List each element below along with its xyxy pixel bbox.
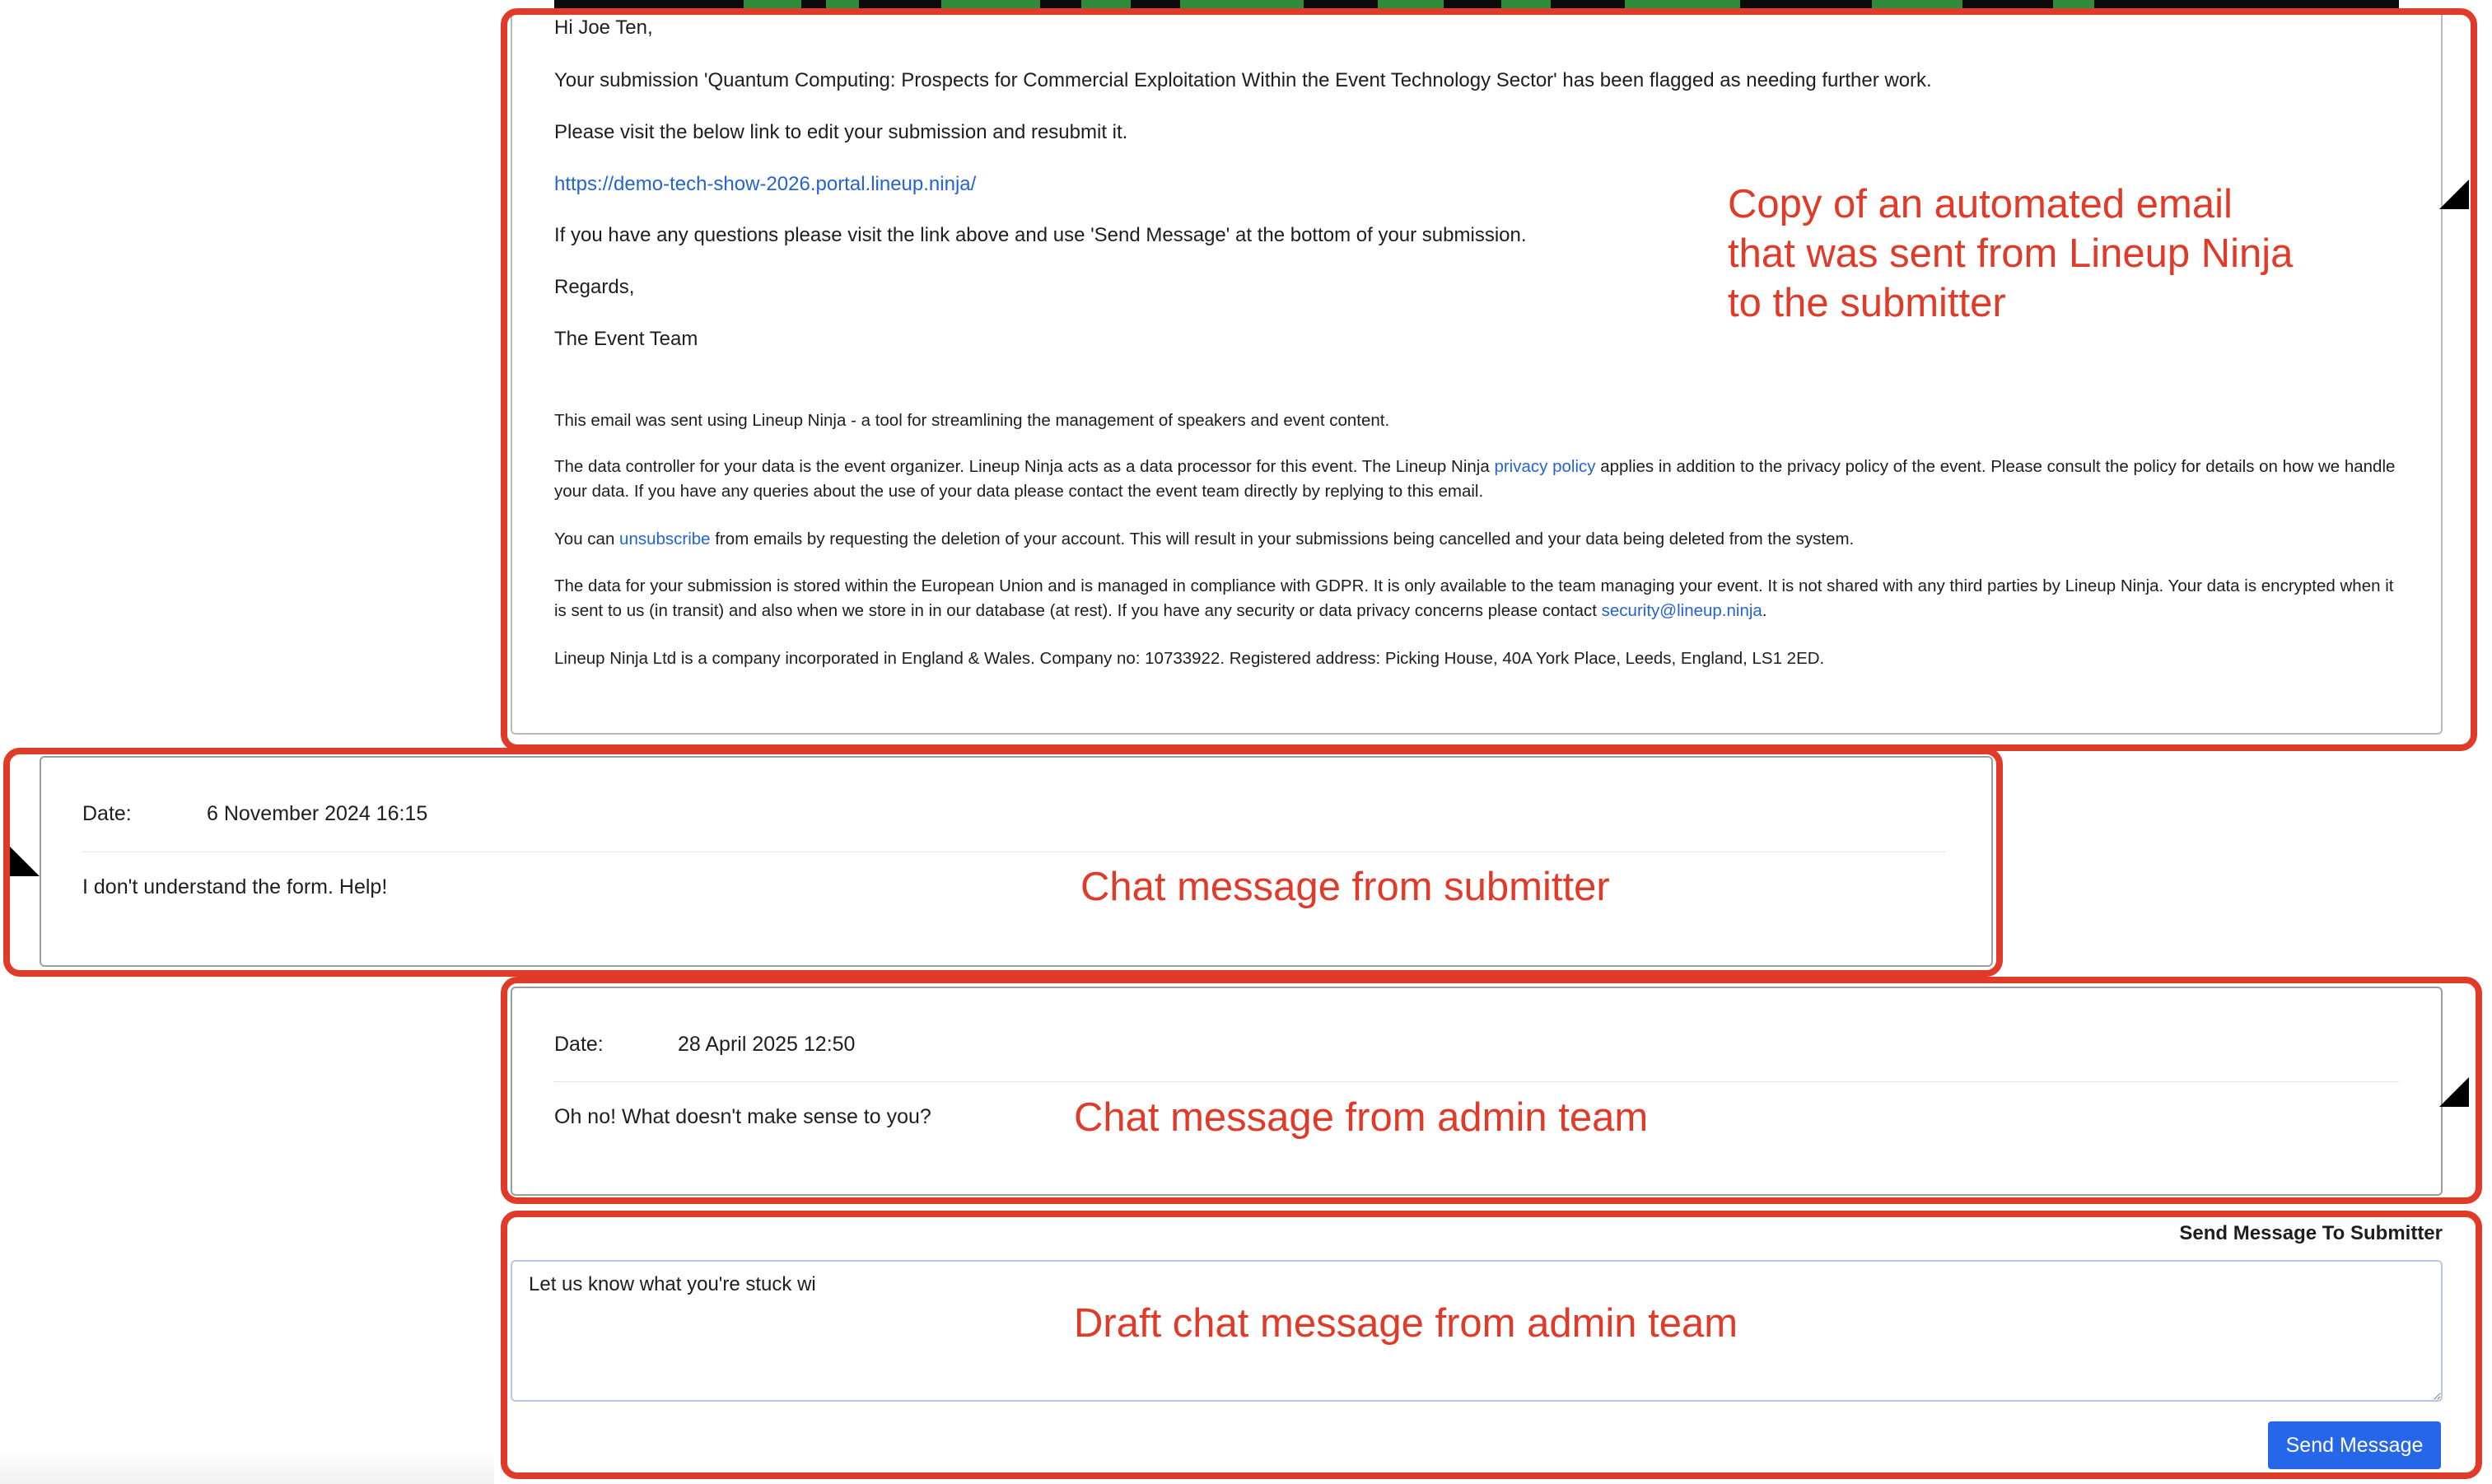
annotation-admin-outline bbox=[501, 977, 2482, 1204]
annotation-email-label-1: Copy of an automated email bbox=[1728, 182, 2233, 226]
annotation-email-outline bbox=[501, 8, 2477, 751]
annotation-admin-label: Chat message from admin team bbox=[1074, 1095, 1649, 1140]
annotation-submitter-outline bbox=[3, 748, 2003, 977]
annotation-email-label-3: to the submitter bbox=[1728, 281, 2006, 325]
page-bottom-edge bbox=[0, 1449, 494, 1484]
annotation-email-label-2: that was sent from Lineup Ninja bbox=[1728, 231, 2294, 276]
annotation-submitter-label: Chat message from submitter bbox=[1080, 865, 1610, 909]
annotation-draft-label: Draft chat message from admin team bbox=[1074, 1301, 1738, 1346]
